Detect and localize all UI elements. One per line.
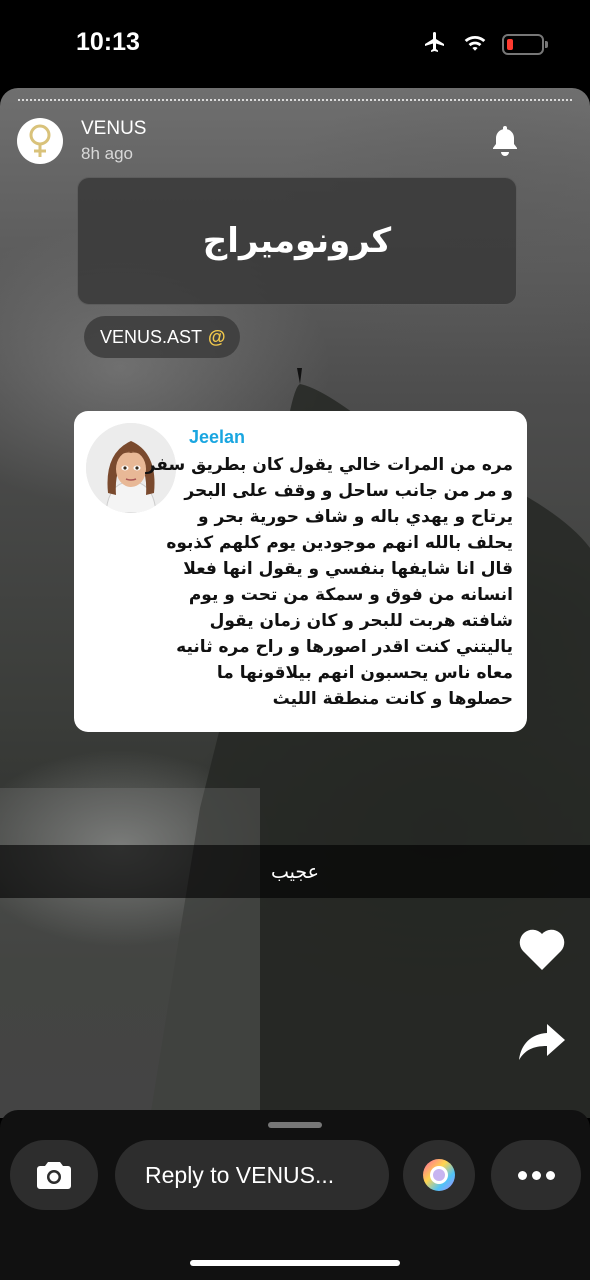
story-progress [18, 99, 572, 101]
bell-icon[interactable] [490, 124, 520, 160]
wifi-icon [462, 32, 488, 56]
mention-handle: VENUS.AST [100, 326, 203, 347]
reply-bar: Reply to VENUS... [0, 1110, 590, 1280]
battery-low-icon [502, 33, 548, 55]
card-line: انسانه من فوق و سمكة من تحت و يوم [188, 585, 513, 605]
caption-text: عجيب [271, 860, 319, 883]
venus-symbol-icon [29, 124, 51, 157]
card-line: يحلف بالله انهم موجودين يوم كلهم كذبوه [166, 533, 513, 553]
card-line: معاه ناس يحسبون انهم بيلاقونها ما [216, 663, 513, 683]
at-icon: @ [208, 326, 226, 347]
reply-input[interactable]: Reply to VENUS... [115, 1140, 389, 1210]
card-text: مره من المرات خالي يقول كان بطريق سفر و … [145, 452, 513, 712]
status-time: 10:13 [76, 28, 140, 56]
post-time: 8h ago [81, 144, 133, 163]
caption-bar: عجيب [0, 845, 590, 898]
card-line: شافته هربت للبحر و كان زمان يقول [209, 611, 513, 631]
lens-icon [423, 1159, 455, 1191]
mention-sticker[interactable]: VENUS.AST @ [84, 316, 240, 358]
card-line: مره من المرات خالي يقول كان بطريق سفر [145, 455, 513, 475]
camera-button[interactable] [10, 1140, 98, 1210]
home-indicator[interactable] [190, 1260, 400, 1266]
quote-card: Jeelan مره من المرات خالي يقول كان بطريق… [74, 411, 527, 732]
story-username[interactable]: VENUS [81, 118, 146, 140]
story-title-box: كرونوميراج [77, 177, 517, 305]
avatar[interactable] [17, 118, 63, 164]
share-icon[interactable] [517, 1022, 567, 1066]
card-line: قال انا شايفها بنفسي و يقول انها فعلا [183, 559, 513, 579]
story-view[interactable]: VENUS 8h ago كرونوميراج VENUS.AST @ Jeel… [0, 88, 590, 1118]
camera-icon [37, 1162, 71, 1189]
card-line: يرتاح و يهدي باله و شاف حورية بحر و [198, 507, 513, 527]
airplane-icon [422, 30, 448, 58]
more-button[interactable] [491, 1140, 581, 1210]
lens-button[interactable] [403, 1140, 475, 1210]
status-icons [422, 30, 548, 58]
story-title: كرونوميراج [202, 221, 392, 261]
card-line: و مر من جانب ساحل و وقف على البحر [184, 481, 513, 501]
card-line: ياليتني كنت اقدر اصورها و راح مره ثانيه [176, 637, 513, 657]
card-line: حصلوها و كانت منطقة الليث [272, 689, 513, 709]
heart-icon[interactable] [517, 926, 567, 976]
drag-handle[interactable] [268, 1122, 322, 1128]
card-author-name: Jeelan [189, 427, 246, 447]
status-bar: 10:13 [0, 0, 590, 88]
more-icon [517, 1170, 555, 1180]
